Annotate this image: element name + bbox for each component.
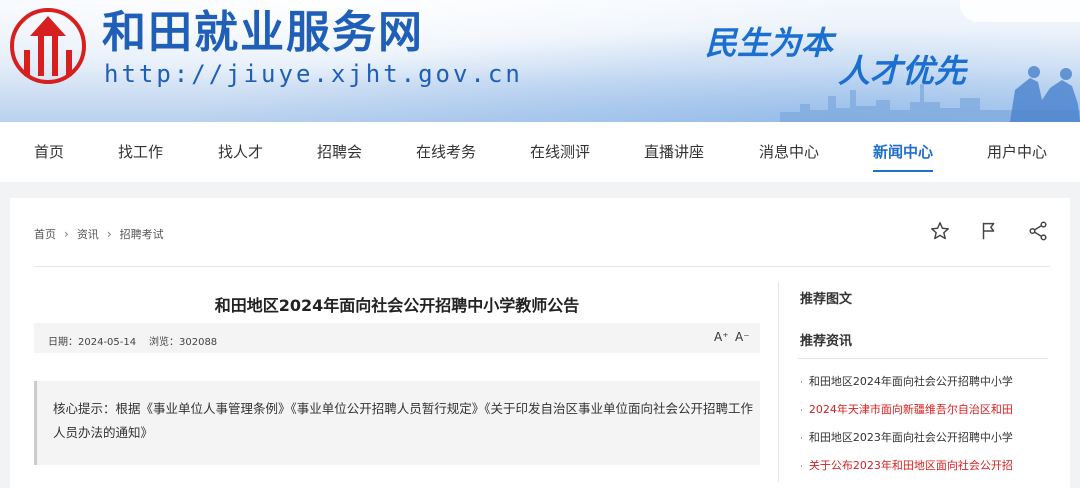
chevron-right-icon: ›: [64, 227, 69, 241]
list-item-label: 2024年天津市面向新疆维吾尔自治区和田: [808, 403, 1013, 416]
list-item-label: 和田地区2024年面向社会公开招聘中小学: [808, 375, 1013, 388]
nav-item-news-center[interactable]: 新闻中心: [873, 122, 934, 182]
nav-item-online-assessment[interactable]: 在线测评: [530, 122, 590, 182]
breadcrumb-recruitment-exam[interactable]: 招聘考试: [120, 226, 164, 242]
city-skyline-illustration: [780, 66, 1080, 122]
list-item-label: 和田地区2023年面向社会公开招聘中小学: [808, 431, 1013, 444]
nav-item-find-job[interactable]: 找工作: [118, 122, 163, 182]
list-item[interactable]: · 关于公布2023年和田地区面向社会公开招: [800, 456, 1050, 484]
bullet-icon: ·: [800, 434, 803, 444]
banner-cloud: [960, 0, 1080, 22]
nav-item-online-exam[interactable]: 在线考务: [416, 122, 476, 182]
sidebar-heading-recommended-images[interactable]: 推荐图文: [800, 288, 852, 307]
article-views: 浏览：302088: [149, 337, 218, 348]
share-icon[interactable]: [1027, 220, 1049, 242]
list-item[interactable]: · 2024年天津市面向新疆维吾尔自治区和田: [800, 400, 1050, 428]
sidebar-heading-divider: [798, 358, 1048, 359]
nav-item-live-lecture[interactable]: 直播讲座: [644, 122, 704, 182]
nav-item-job-fair[interactable]: 招聘会: [317, 122, 362, 182]
site-logo-icon[interactable]: [10, 6, 86, 86]
article-summary-text: 核心提示：根据《事业单位人事管理条例》《事业单位公开招聘人员暂行规定》《关于印发…: [53, 401, 754, 440]
header-divider: [34, 266, 1050, 267]
bullet-icon: ·: [800, 406, 803, 416]
font-increase-button[interactable]: A⁺: [714, 330, 729, 344]
list-item[interactable]: · 和田地区2023年面向社会公开招聘中小学: [800, 428, 1050, 456]
content-card: 首页 › 资讯 › 招聘考试 和田地区2024年面向社会公开招聘中小学教师公告 …: [10, 198, 1070, 488]
font-decrease-button[interactable]: A⁻: [735, 330, 750, 344]
site-banner: 和田就业服务网 http://jiuye.xjht.gov.cn 民生为本 人才…: [0, 0, 1080, 122]
star-icon[interactable]: [929, 220, 951, 242]
nav-item-message-center[interactable]: 消息中心: [759, 122, 819, 182]
sidebar-heading-recommended-news[interactable]: 推荐资讯: [800, 330, 852, 349]
breadcrumb: 首页 › 资讯 › 招聘考试: [34, 226, 164, 242]
breadcrumb-news[interactable]: 资讯: [77, 226, 99, 242]
slogan-line-1: 民生为本: [705, 24, 834, 62]
nav-item-find-talent[interactable]: 找人才: [218, 122, 263, 182]
site-title[interactable]: 和田就业服务网: [102, 6, 424, 60]
recommended-news-list: · 和田地区2024年面向社会公开招聘中小学 · 2024年天津市面向新疆维吾尔自治…: [800, 372, 1050, 484]
main-nav: 首页 找工作 找人才 招聘会 在线考务 在线测评 直播讲座 消息中心 新闻中心 …: [0, 122, 1080, 182]
list-item-label: 关于公布2023年和田地区面向社会公开招: [808, 459, 1013, 472]
article-meta-bar: 日期：2024-05-14 浏览：302088 A⁺ A⁻: [34, 323, 760, 353]
site-url[interactable]: http://jiuye.xjht.gov.cn: [104, 60, 523, 88]
report-flag-icon[interactable]: [978, 220, 1000, 242]
bullet-icon: ·: [800, 378, 803, 388]
article-title: 和田地区2024年面向社会公开招聘中小学教师公告: [214, 296, 580, 315]
bullet-icon: ·: [800, 462, 803, 472]
article-date: 日期：2024-05-14: [48, 337, 137, 348]
chevron-right-icon: ›: [106, 227, 112, 241]
sidebar-divider: [778, 282, 779, 482]
article-summary: 核心提示：根据《事业单位人事管理条例》《事业单位公开招聘人员暂行规定》《关于印发…: [34, 381, 760, 465]
breadcrumb-home[interactable]: 首页: [34, 226, 56, 242]
nav-item-home[interactable]: 首页: [34, 122, 64, 182]
list-item[interactable]: · 和田地区2024年面向社会公开招聘中小学: [800, 372, 1050, 400]
nav-item-user-center[interactable]: 用户中心: [987, 122, 1047, 182]
